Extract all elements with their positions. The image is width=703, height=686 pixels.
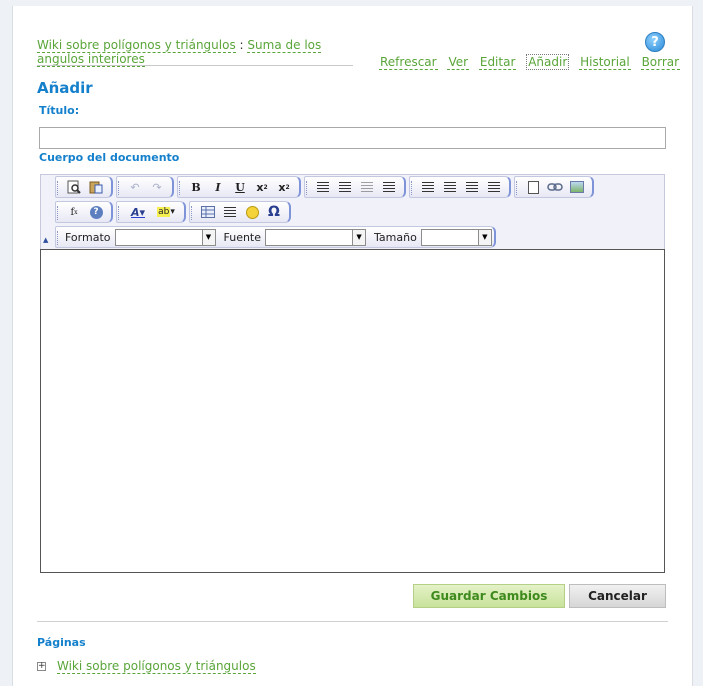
background-color-icon[interactable]: ab ▾: [152, 203, 180, 221]
redo-icon[interactable]: ↷: [146, 178, 168, 196]
breadcrumb-wiki-link[interactable]: Wiki sobre polígonos y triángulos: [37, 38, 236, 53]
main-panel: Wiki sobre polígonos y triángulos : Suma…: [12, 6, 693, 686]
image-icon[interactable]: [566, 178, 588, 196]
subscript-icon[interactable]: x2: [251, 178, 273, 196]
smiley-icon[interactable]: [241, 203, 263, 221]
page-actions: Refrescar Ver Editar Añadir Historial Bo…: [379, 54, 686, 70]
chevron-down-icon[interactable]: ▼: [477, 229, 491, 245]
body-label: Cuerpo del documento: [39, 151, 180, 164]
cancel-button[interactable]: Cancelar: [569, 584, 666, 608]
indent-icon[interactable]: [378, 178, 400, 196]
bold-icon[interactable]: B: [185, 178, 207, 196]
page-heading: Añadir: [37, 79, 93, 97]
action-refrescar[interactable]: Refrescar: [379, 55, 438, 70]
ordered-list-icon[interactable]: [312, 178, 334, 196]
toolbar-collapse-icon[interactable]: ▲: [43, 236, 48, 244]
breadcrumb-divider: [37, 65, 353, 66]
formula-icon[interactable]: fx: [63, 203, 85, 221]
paste-word-icon[interactable]: [85, 178, 107, 196]
size-label: Tamaño: [374, 230, 417, 244]
action-anadir[interactable]: Añadir: [526, 54, 570, 70]
breadcrumb-separator: :: [239, 38, 244, 52]
chevron-down-icon[interactable]: ▼: [352, 229, 366, 245]
action-editar[interactable]: Editar: [478, 55, 517, 70]
action-borrar[interactable]: Borrar: [640, 55, 681, 70]
format-label: Formato: [65, 230, 111, 244]
undo-icon[interactable]: ↶: [124, 178, 146, 196]
document-body-editor[interactable]: [40, 249, 665, 573]
pages-tree-link[interactable]: Wiki sobre polígonos y triángulos: [57, 659, 256, 674]
action-ver[interactable]: Ver: [447, 55, 470, 70]
title-input[interactable]: [39, 127, 666, 149]
help-icon[interactable]: ?: [645, 32, 665, 52]
size-select[interactable]: ▼: [420, 228, 492, 246]
editor-toolbar: ↶ ↷ B I U x2 x2 f x ? A▾ ab ▾ Ω Formato …: [40, 174, 665, 249]
underline-icon[interactable]: U: [229, 178, 251, 196]
align-center-icon[interactable]: [439, 178, 461, 196]
font-select[interactable]: ▼: [265, 228, 367, 246]
link-icon[interactable]: [544, 178, 566, 196]
justify-icon[interactable]: [483, 178, 505, 196]
align-left-icon[interactable]: [417, 178, 439, 196]
outdent-icon[interactable]: [356, 178, 378, 196]
expand-icon[interactable]: +: [37, 662, 46, 671]
action-historial[interactable]: Historial: [579, 55, 631, 70]
about-icon[interactable]: ?: [85, 203, 107, 221]
save-button[interactable]: Guardar Cambios: [413, 584, 565, 608]
align-right-icon[interactable]: [461, 178, 483, 196]
italic-icon[interactable]: I: [207, 178, 229, 196]
anchor-icon[interactable]: [522, 178, 544, 196]
horizontal-rule-icon[interactable]: [219, 203, 241, 221]
chevron-down-icon[interactable]: ▼: [201, 229, 215, 245]
title-label: Título:: [39, 104, 80, 117]
unordered-list-icon[interactable]: [334, 178, 356, 196]
text-color-icon[interactable]: A▾: [124, 203, 152, 221]
font-label: Fuente: [223, 230, 262, 244]
breadcrumb: Wiki sobre polígonos y triángulos : Suma…: [37, 38, 357, 67]
pages-heading: Páginas: [37, 636, 86, 649]
format-select[interactable]: ▼: [114, 228, 216, 246]
preview-icon[interactable]: [63, 178, 85, 196]
superscript-icon[interactable]: x2: [273, 178, 295, 196]
divider: [37, 621, 668, 622]
table-icon[interactable]: [197, 203, 219, 221]
special-char-icon[interactable]: Ω: [263, 203, 285, 221]
pages-tree-item: + Wiki sobre polígonos y triángulos: [37, 659, 256, 674]
